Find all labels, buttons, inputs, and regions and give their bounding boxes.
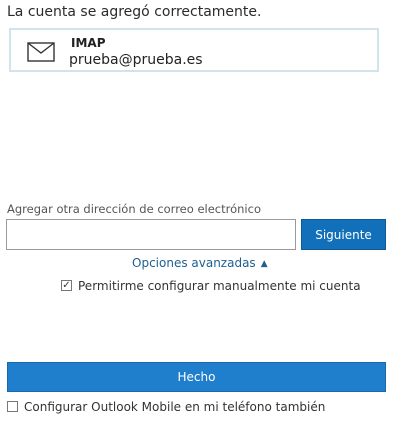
advanced-options-link[interactable]: Opciones avanzadas ▲ (132, 256, 268, 270)
account-type: IMAP (71, 36, 106, 50)
next-button[interactable]: Siguiente (301, 219, 386, 250)
checkmark-icon: ✓ (62, 279, 71, 291)
done-button[interactable]: Hecho (7, 362, 386, 392)
mobile-setup-label[interactable]: Configurar Outlook Mobile en mi teléfono… (24, 400, 325, 414)
envelope-icon (27, 42, 55, 62)
chevron-up-icon: ▲ (260, 259, 268, 269)
advanced-options-label: Opciones avanzadas (132, 256, 256, 270)
account-email: prueba@prueba.es (69, 52, 203, 68)
email-input[interactable] (6, 219, 296, 250)
manual-setup-label[interactable]: Permitirme configurar manualmente mi cue… (78, 279, 361, 293)
success-message: La cuenta se agregó correctamente. (7, 4, 262, 20)
mobile-setup-checkbox[interactable] (7, 401, 18, 412)
add-email-label: Agregar otra dirección de correo electró… (7, 202, 261, 216)
account-card: IMAP prueba@prueba.es (9, 28, 379, 72)
manual-setup-checkbox[interactable]: ✓ (61, 280, 72, 291)
